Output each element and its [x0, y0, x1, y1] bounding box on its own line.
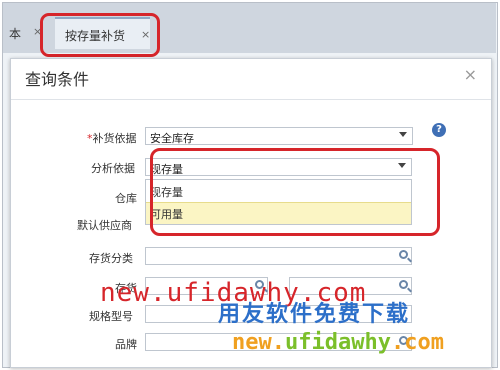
- help-icon[interactable]: ?: [432, 123, 446, 137]
- brand-label: 品牌: [115, 338, 137, 351]
- replenish-basis-select[interactable]: 安全库存: [145, 127, 413, 145]
- replenish-basis-value: 安全库存: [150, 132, 194, 145]
- tab-previous-label[interactable]: 本: [9, 25, 21, 42]
- stock-category-field[interactable]: [145, 247, 412, 265]
- dialog-close-icon[interactable]: ×: [464, 65, 477, 84]
- search-icon[interactable]: [399, 280, 408, 289]
- spec-model-label: 规格型号: [89, 310, 133, 323]
- dialog-divider: [11, 99, 491, 100]
- analysis-basis-label: 分析依据: [91, 162, 135, 175]
- dropdown-highlight-annotation: [150, 148, 440, 236]
- watermark-url-bottom: new.ufidawhy.com: [232, 330, 444, 355]
- stock-category-label: 存货分类: [89, 252, 133, 265]
- watermark-brand: 用友软件免费下载: [218, 302, 411, 327]
- chevron-down-icon: [399, 132, 407, 137]
- tab-highlight-annotation: [40, 13, 160, 57]
- warehouse-label: 仓库: [115, 192, 137, 205]
- default-supplier-label: 默认供应商: [77, 219, 132, 232]
- dialog-title: 查询条件: [25, 70, 90, 89]
- replenish-basis-label: *补货依据: [87, 132, 137, 145]
- search-icon[interactable]: [399, 250, 408, 259]
